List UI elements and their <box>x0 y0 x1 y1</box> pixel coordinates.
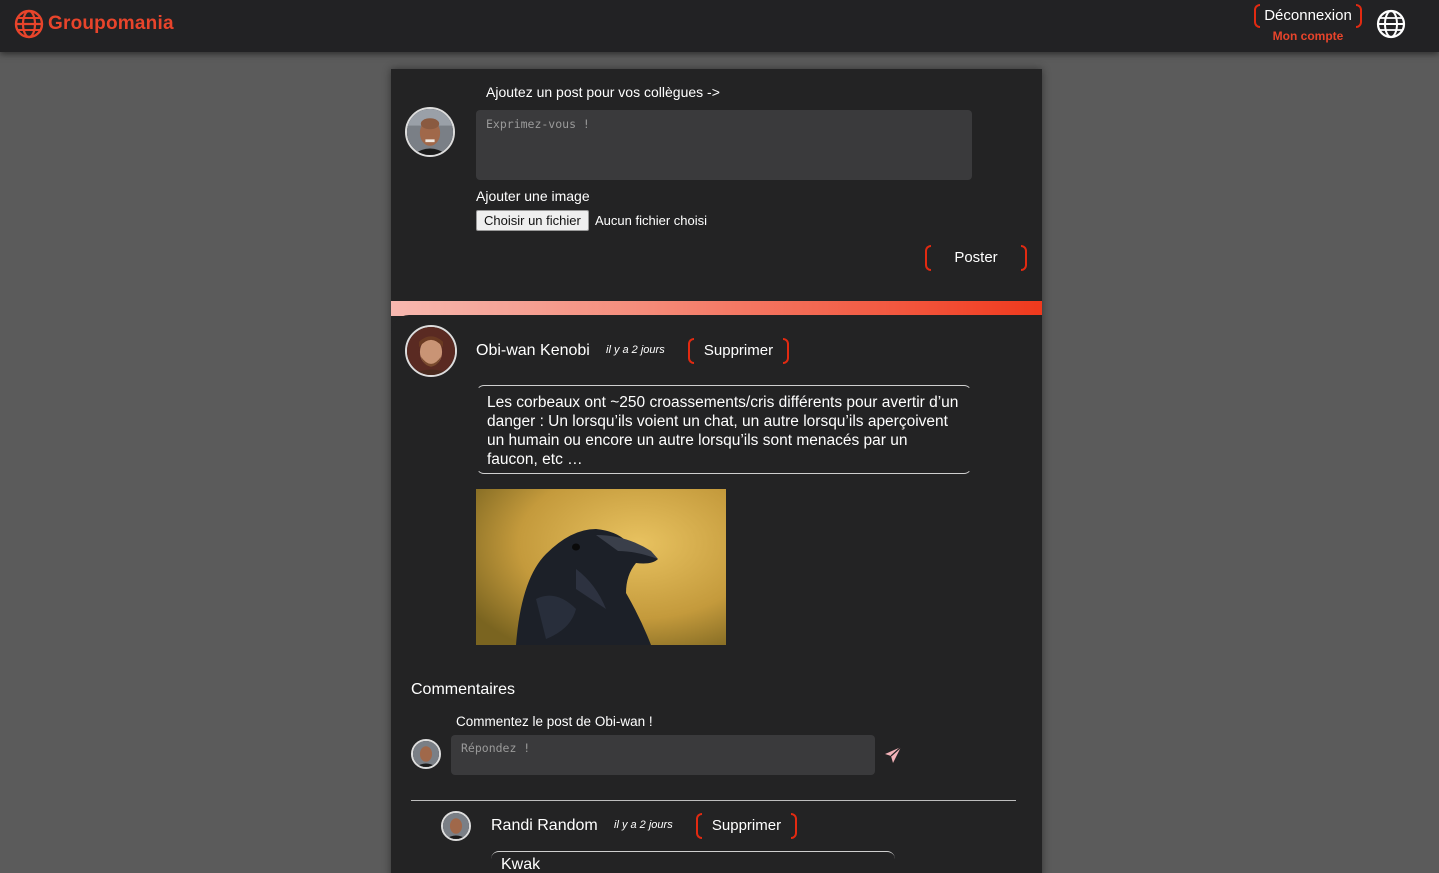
brand-name: Groupomania <box>48 13 174 34</box>
comment-prompt: Commentez le post de Obi-wan ! <box>456 714 653 729</box>
comment-input[interactable] <box>451 735 875 775</box>
comments-title: Commentaires <box>411 681 516 698</box>
delete-reply-label: Supprimer <box>711 817 782 834</box>
commenter-avatar <box>411 739 441 769</box>
post-separator <box>391 301 1042 316</box>
post-author-name[interactable]: Obi-wan Kenobi <box>476 342 590 360</box>
post-submit-button[interactable]: Poster <box>925 245 1027 271</box>
user-avatar <box>405 107 455 157</box>
post-image[interactable] <box>476 489 726 645</box>
crow-photo <box>476 489 726 645</box>
post-submit-label: Poster <box>954 249 998 266</box>
my-account-link[interactable]: Mon compte <box>1254 29 1362 43</box>
globe-icon <box>14 9 44 39</box>
delete-post-button[interactable]: Supprimer <box>688 338 789 364</box>
reply-author-name[interactable]: Randi Random <box>491 817 598 835</box>
account-menu: Déconnexion Mon compte <box>1254 4 1362 44</box>
add-image-label: Ajouter une image <box>476 188 590 204</box>
choose-file-button[interactable]: Choisir un fichier <box>476 210 589 231</box>
paper-plane-icon[interactable] <box>884 746 902 764</box>
composer-title: Ajoutez un post pour vos collègues -> <box>486 84 720 100</box>
post-input[interactable] <box>476 110 972 180</box>
brand-logo[interactable]: Groupomania <box>14 9 174 39</box>
file-status: Aucun fichier choisi <box>595 213 707 228</box>
post-timestamp: il y a 2 jours <box>606 344 665 356</box>
delete-post-label: Supprimer <box>703 342 774 359</box>
reply-timestamp: il y a 2 jours <box>614 819 673 831</box>
top-header: Groupomania Déconnexion Mon compte <box>0 0 1439 52</box>
globe-icon[interactable] <box>1376 9 1406 39</box>
post-text: Les corbeaux ont ~250 croassements/cris … <box>476 385 972 474</box>
reply-text: Kwak <box>491 851 895 873</box>
delete-reply-button[interactable]: Supprimer <box>696 813 797 839</box>
post-author-avatar <box>405 325 457 377</box>
feed-panel: Ajoutez un post pour vos collègues -> Aj… <box>391 69 1042 873</box>
reply-author-avatar <box>441 811 471 841</box>
logout-button[interactable]: Déconnexion <box>1254 7 1362 24</box>
comment-divider <box>411 800 1016 801</box>
